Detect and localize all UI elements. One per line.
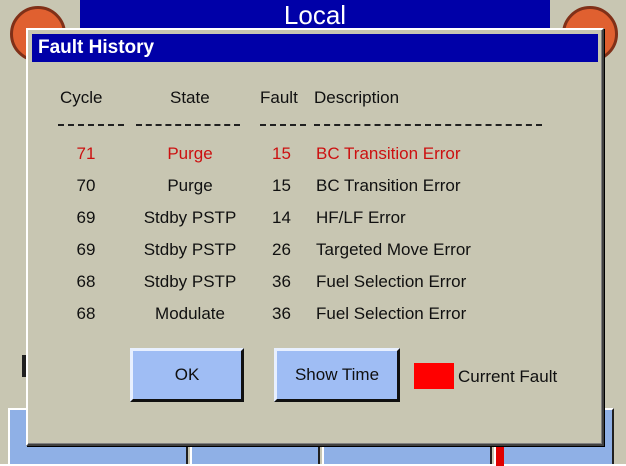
- fault-cell: 26: [272, 240, 291, 259]
- state-cell: Stdby PSTP: [143, 240, 237, 259]
- dialog-title: Fault History: [32, 34, 598, 62]
- fault-cell: 15: [272, 144, 291, 163]
- description-cell: BC Transition Error: [316, 144, 461, 163]
- state-cell: Purge: [167, 144, 213, 163]
- current-fault-legend-label: Current Fault: [458, 367, 558, 386]
- description-cell: Fuel Selection Error: [316, 272, 467, 291]
- ok-button[interactable]: OK: [130, 348, 244, 402]
- cycle-cell: 69: [76, 240, 96, 259]
- header-separator: [58, 124, 124, 126]
- column-header-fault: Fault: [260, 88, 298, 107]
- column-header-cycle: Cycle: [60, 88, 103, 107]
- fault-cell: 15: [272, 176, 291, 195]
- header-separator: [314, 124, 542, 126]
- cycle-cell: 71: [76, 144, 96, 163]
- state-cell: Modulate: [155, 304, 225, 323]
- description-cell: HF/LF Error: [316, 208, 406, 227]
- fault-cell: 36: [272, 304, 291, 323]
- column-header-description: Description: [314, 88, 400, 107]
- fault-cell: 14: [272, 208, 291, 227]
- fault-cell: 36: [272, 272, 291, 291]
- description-cell: BC Transition Error: [316, 176, 461, 195]
- current-fault-swatch: [414, 363, 454, 389]
- cycle-cell: 68: [76, 304, 96, 323]
- state-cell: Stdby PSTP: [143, 208, 237, 227]
- state-cell: Purge: [167, 176, 213, 195]
- state-cell: Stdby PSTP: [143, 272, 237, 291]
- description-cell: Fuel Selection Error: [316, 304, 467, 323]
- header-separator: [260, 124, 306, 126]
- show-time-button[interactable]: Show Time: [274, 348, 400, 402]
- cycle-cell: 69: [76, 208, 96, 227]
- cycle-cell: 68: [76, 272, 96, 291]
- header-separator: [136, 124, 240, 126]
- cycle-cell: 70: [76, 176, 96, 195]
- column-header-state: State: [170, 88, 210, 107]
- fault-history-dialog: Fault History Cycle State Fault Descript…: [26, 28, 604, 446]
- description-cell: Targeted Move Error: [316, 240, 471, 259]
